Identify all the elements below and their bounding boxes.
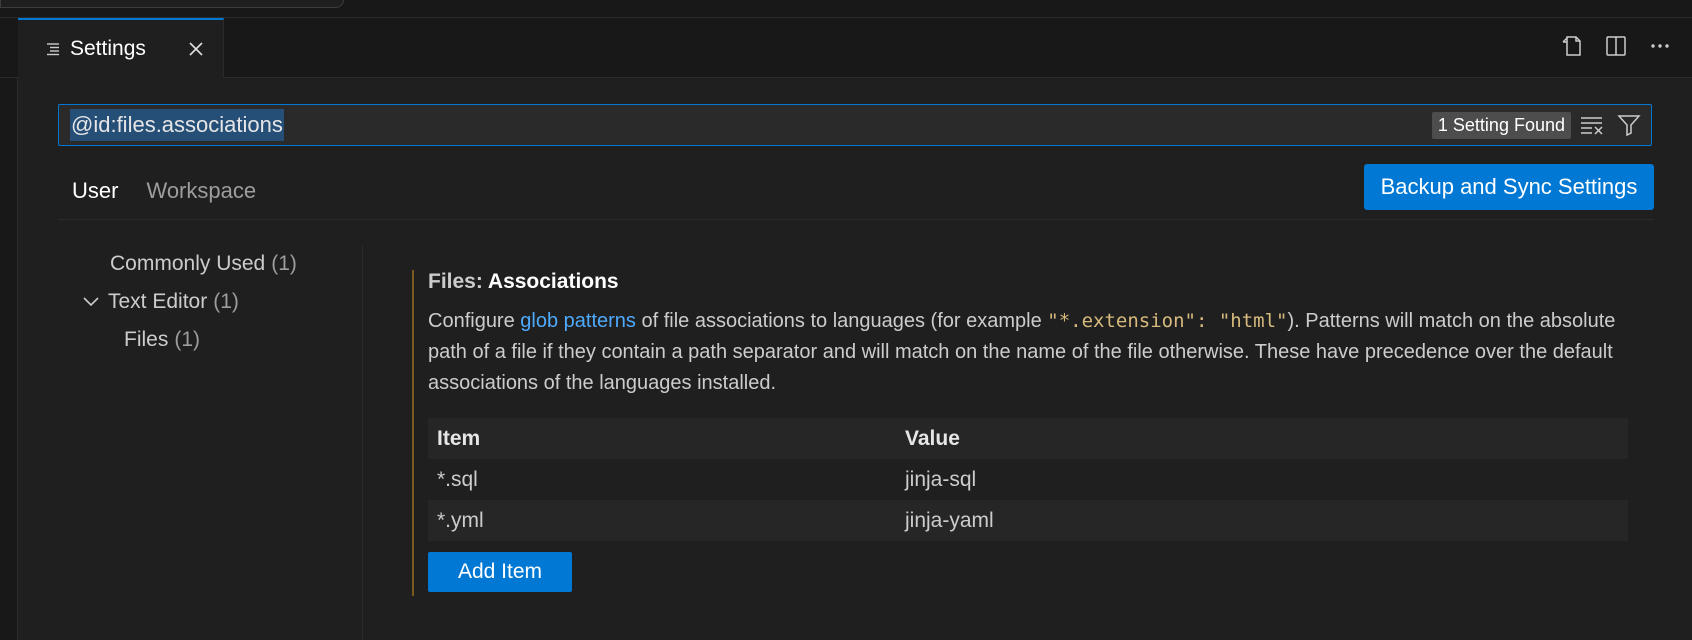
toc-item-count: (1) xyxy=(213,290,239,313)
more-actions-icon[interactable] xyxy=(1646,32,1674,60)
setting-files-associations: Files: Associations Configure glob patte… xyxy=(412,270,1628,596)
add-item-button[interactable]: Add Item xyxy=(428,552,572,592)
tab-settings[interactable]: Settings xyxy=(18,18,224,78)
toc-item-count: (1) xyxy=(174,328,201,351)
desc-code: "*.extension": "html" xyxy=(1047,310,1288,332)
setting-category: Files: xyxy=(428,270,488,293)
toc-item-label: Text Editor xyxy=(108,290,208,313)
toc-item-commonly-used[interactable]: Commonly Used (1) xyxy=(80,245,360,283)
table-row[interactable]: *.sql jinja-sql xyxy=(428,459,1628,500)
table-header: Item Value xyxy=(428,418,1628,459)
header-value: Value xyxy=(905,426,960,450)
setting-description: Configure glob patterns of file associat… xyxy=(428,306,1618,399)
toc-item-files[interactable]: Files (1) xyxy=(80,321,360,359)
row-item: *.yml xyxy=(437,508,484,532)
desc-text: of file associations to languages (for e… xyxy=(635,310,1048,332)
open-settings-json-icon[interactable] xyxy=(1558,32,1586,60)
editor-actions xyxy=(1558,32,1674,60)
setting-name: Associations xyxy=(487,270,619,293)
editor-tab-bar: Settings xyxy=(0,18,1692,78)
clear-filter-icon[interactable] xyxy=(1579,111,1607,139)
settings-editor: Settings @id:files.associations 1 Settin… xyxy=(0,0,1692,640)
row-item: *.sql xyxy=(437,467,478,491)
tab-workspace[interactable]: Workspace xyxy=(132,160,270,220)
search-input[interactable]: @id:files.associations xyxy=(70,109,284,141)
filter-icon[interactable] xyxy=(1615,111,1643,139)
scope-tabs: User Workspace xyxy=(58,160,270,220)
toc-divider xyxy=(362,246,363,640)
backup-sync-button[interactable]: Backup and Sync Settings xyxy=(1364,164,1654,210)
toc-item-label: Files xyxy=(124,328,169,351)
row-value: jinja-sql xyxy=(905,467,977,491)
associations-table: Item Value *.sql jinja-sql *.yml jinja-y… xyxy=(428,418,1628,541)
toc-item-text-editor[interactable]: Text Editor (1) xyxy=(80,283,360,321)
toc-item-count: (1) xyxy=(271,252,297,275)
header-item: Item xyxy=(437,426,481,450)
settings-lines-icon xyxy=(46,41,62,57)
row-value: jinja-yaml xyxy=(905,508,994,532)
tab-settings-label: Settings xyxy=(70,37,146,60)
split-editor-icon[interactable] xyxy=(1602,32,1630,60)
close-icon[interactable] xyxy=(185,38,207,60)
command-center[interactable] xyxy=(0,0,344,8)
chevron-down-icon[interactable] xyxy=(80,291,102,313)
glob-patterns-link[interactable]: glob patterns xyxy=(520,310,636,332)
tab-user[interactable]: User xyxy=(58,160,133,220)
settings-search[interactable]: @id:files.associations 1 Setting Found xyxy=(58,104,1652,146)
settings-toc: Commonly Used (1) Text Editor (1) Files … xyxy=(80,245,360,359)
setting-title: Files: Associations xyxy=(428,270,619,294)
activity-gutter xyxy=(0,18,18,640)
title-strip xyxy=(0,0,1692,18)
toc-item-label: Commonly Used xyxy=(110,252,266,275)
scope-divider xyxy=(58,219,1654,220)
table-row[interactable]: *.yml jinja-yaml xyxy=(428,500,1628,541)
result-count-badge: 1 Setting Found xyxy=(1431,111,1571,139)
desc-text: Configure xyxy=(428,310,521,332)
